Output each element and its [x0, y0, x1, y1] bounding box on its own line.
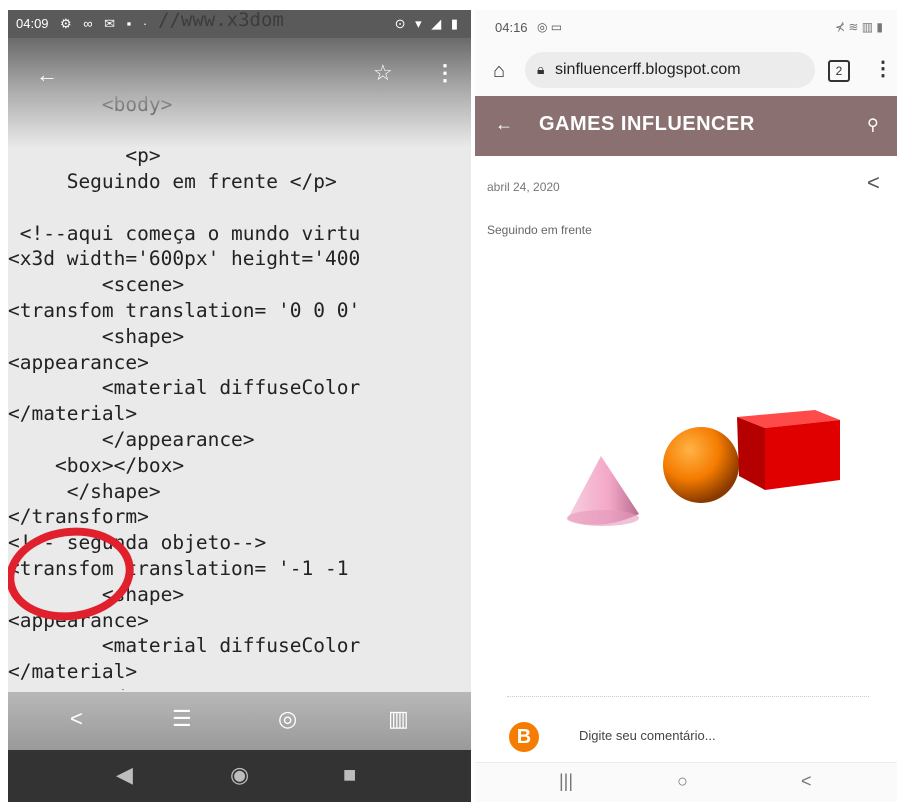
- url-text: sinfluencerff.blogspot.com: [555, 61, 741, 78]
- delete-icon[interactable]: ▥: [388, 706, 409, 732]
- left-status-icons: ⚙ ∞ ✉ ▪ ·: [60, 16, 152, 31]
- more-vert-icon[interactable]: ⋮: [434, 60, 456, 86]
- right-phone-screen: 04:16 ◎ ▭ ⊀ ≋ ▥ ▮ ⌂ 🔒︎ sinfluencerff.blo…: [475, 10, 897, 802]
- blog-header: ← GAMES INFLUENCER ⚲: [475, 96, 897, 156]
- settings-sliders-icon[interactable]: ☰: [172, 706, 192, 732]
- nav-home-icon[interactable]: ◉: [230, 762, 249, 788]
- code-line: <material diffuseColor: [8, 634, 361, 658]
- right-status-icons: ◎ ▭: [537, 20, 563, 34]
- url-field[interactable]: 🔒︎ sinfluencerff.blogspot.com: [525, 52, 815, 88]
- code-line: <transfom translation= '0 0 0': [8, 298, 361, 322]
- box-shape: [737, 410, 840, 490]
- nav-recent-icon[interactable]: ■: [343, 762, 356, 788]
- code-line: <scene>: [8, 273, 185, 297]
- nav-back-icon[interactable]: <: [801, 771, 812, 792]
- nav-home-icon[interactable]: ○: [677, 771, 688, 792]
- browser-menu-icon[interactable]: ⋮: [873, 56, 893, 81]
- home-icon[interactable]: ⌂: [493, 60, 505, 83]
- code-line: <x3d width='600px' height='400: [8, 247, 361, 271]
- toolbar-shade: [8, 38, 471, 148]
- right-status-bar: 04:16 ◎ ▭ ⊀ ≋ ▥ ▮: [475, 10, 897, 44]
- x3d-scene[interactable]: [475, 390, 897, 550]
- lock-icon: 🔒︎: [537, 61, 545, 77]
- post-text: Seguindo em frente: [487, 223, 592, 237]
- share-icon[interactable]: <: [70, 706, 83, 732]
- blogger-logo-icon: B: [509, 722, 539, 752]
- code-line: </shape>: [8, 479, 161, 503]
- nav-recent-icon[interactable]: |||: [559, 771, 573, 792]
- post-date: abril 24, 2020: [487, 180, 560, 194]
- code-line: <box></box>: [8, 453, 185, 477]
- back-arrow-icon[interactable]: ←: [36, 62, 58, 88]
- comment-input[interactable]: Digite seu comentário...: [579, 728, 716, 743]
- comment-divider: [507, 696, 869, 697]
- tab-count-button[interactable]: 2: [828, 60, 850, 82]
- left-status-time: 04:09: [16, 16, 49, 31]
- back-arrow-icon[interactable]: ←: [495, 114, 513, 135]
- screenshot-icon[interactable]: ◎: [278, 706, 297, 732]
- right-status-icons-right: ⊀ ≋ ▥ ▮: [834, 20, 883, 34]
- code-line: </material>: [8, 660, 138, 684]
- left-phone-screen: ></link> </head> <body> <p> Seguindo em …: [8, 10, 471, 802]
- code-line: </appearance>: [8, 427, 255, 451]
- star-icon[interactable]: ☆: [373, 60, 393, 86]
- code-line: Seguindo em frente </p>: [8, 169, 337, 193]
- code-line: </material>: [8, 402, 138, 426]
- left-nav-bar: ◀ ◉ ■: [8, 750, 471, 802]
- blog-title[interactable]: GAMES INFLUENCER: [539, 113, 755, 136]
- code-line: <shape>: [8, 324, 185, 348]
- code-line: <material diffuseColor: [8, 376, 361, 400]
- nav-back-icon[interactable]: ◀: [116, 762, 133, 788]
- code-line: </appearance>: [8, 685, 471, 690]
- code-line: </transform>: [8, 505, 149, 529]
- search-icon[interactable]: ⚲: [867, 115, 879, 135]
- left-status-bar: //www.x3dom 04:09 ⚙ ∞ ✉ ▪ · ⊙ ▾ ◢ ▮: [8, 10, 471, 38]
- right-nav-bar: ||| ○ <: [475, 762, 897, 802]
- left-status-icons-right: ⊙ ▾ ◢ ▮: [394, 16, 461, 31]
- url-fragment: //www.x3dom: [158, 10, 284, 31]
- browser-address-bar: ⌂ 🔒︎ sinfluencerff.blogspot.com 2 ⋮: [475, 44, 897, 96]
- share-icon[interactable]: <: [867, 170, 880, 196]
- editor-action-bar: < ☰ ◎ ▥: [8, 692, 471, 750]
- code-line: <!--aqui começa o mundo virtu: [8, 221, 361, 245]
- sphere-shape: [663, 427, 739, 503]
- cone-shape: [567, 456, 639, 526]
- code-line: <appearance>: [8, 350, 149, 374]
- right-status-time: 04:16: [495, 20, 528, 35]
